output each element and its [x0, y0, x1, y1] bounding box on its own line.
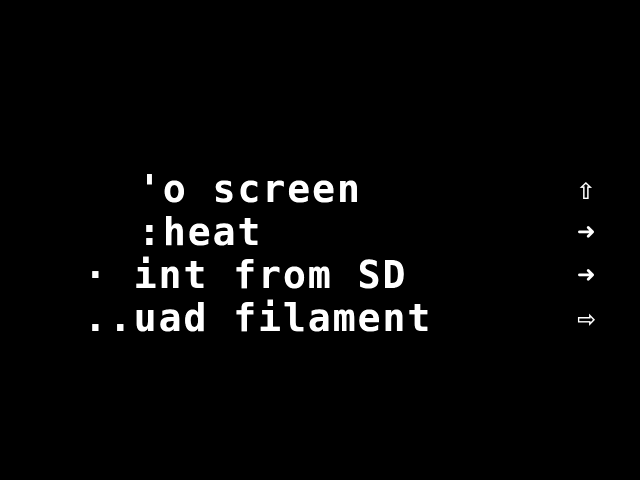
- menu-item-label: :heat: [138, 210, 263, 254]
- lcd-screen: 'o screen ⇧ :heat ➜ · int from SD ➜ ..ua…: [0, 0, 640, 480]
- menu-item-label: · int from SD: [84, 253, 408, 297]
- menu-item-print-from-sd[interactable]: · int from SD ➜: [0, 254, 640, 297]
- up-arrow-icon: ⇧: [576, 172, 596, 207]
- menu-item-load-filament[interactable]: ..uad filament ⇨: [0, 297, 640, 340]
- menu-item-preheat[interactable]: :heat ➜: [0, 211, 640, 254]
- right-arrow-icon: ⇨: [576, 301, 596, 336]
- menu-list: 'o screen ⇧ :heat ➜ · int from SD ➜ ..ua…: [0, 168, 640, 340]
- right-arrow-icon: ➜: [576, 215, 596, 250]
- menu-item-label: ..uad filament: [84, 296, 433, 340]
- menu-item-label: 'o screen: [138, 167, 362, 211]
- right-arrow-icon: ➜: [576, 258, 596, 293]
- menu-item-info-screen[interactable]: 'o screen ⇧: [0, 168, 640, 211]
